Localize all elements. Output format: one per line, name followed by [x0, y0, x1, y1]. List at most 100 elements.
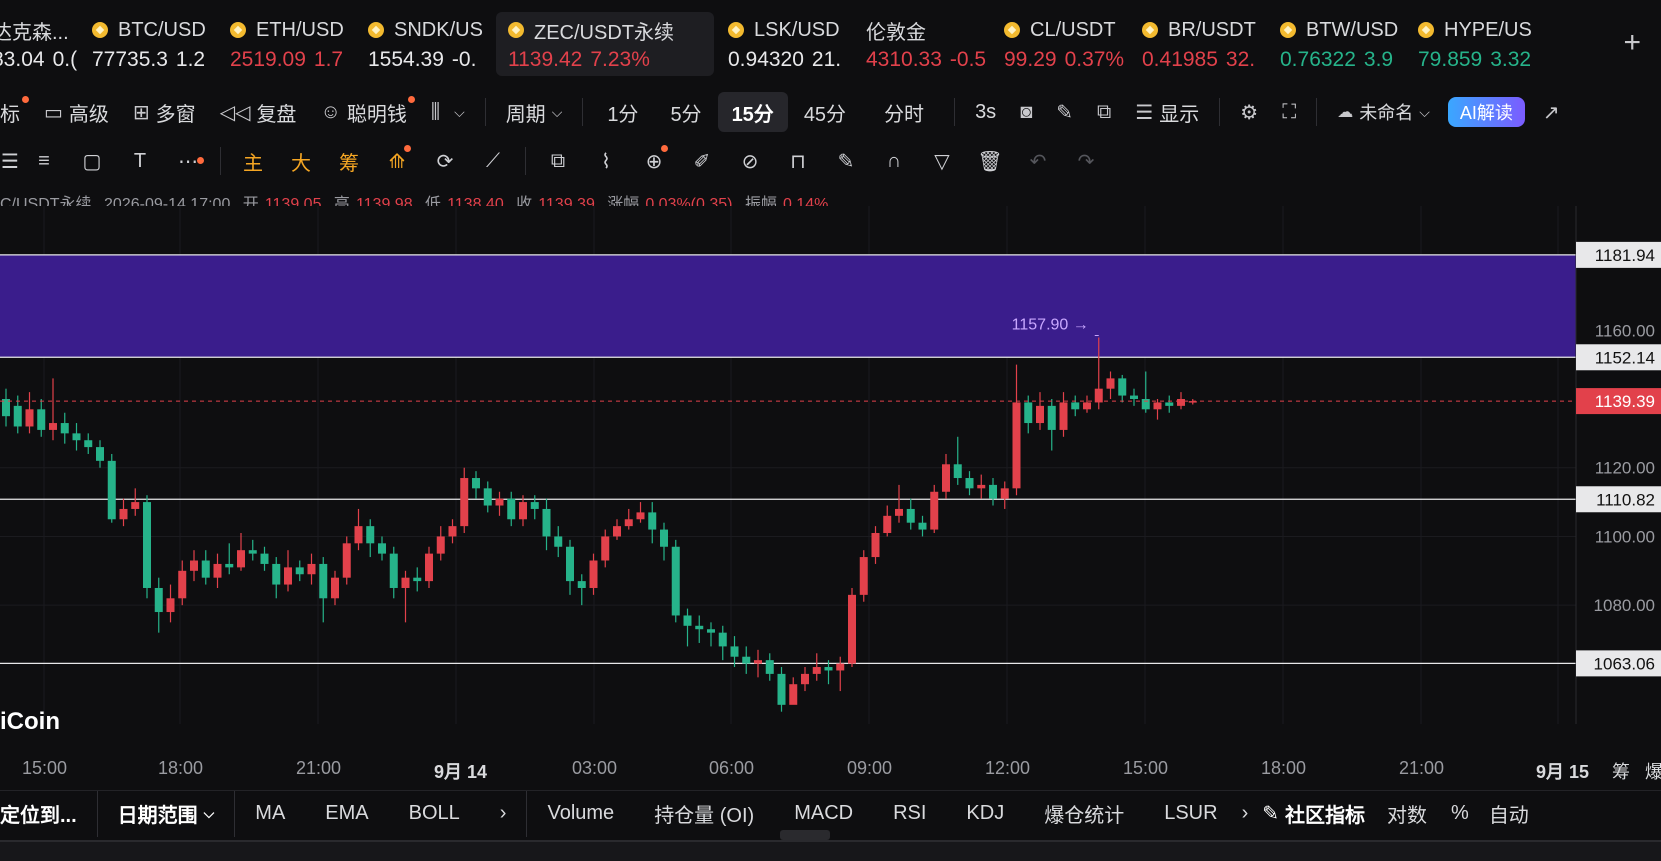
community-indicators-button[interactable]: ✎ 社区指标	[1252, 799, 1375, 828]
ai-interpret-button[interactable]: AI解读	[1447, 97, 1525, 127]
candle[interactable]	[354, 526, 363, 544]
candle[interactable]	[25, 409, 34, 427]
ticker-8[interactable]: BR/USDT 0.41985 32.	[1132, 0, 1266, 86]
replay-button[interactable]: ◁◁ 复盘	[208, 92, 309, 132]
candle[interactable]	[331, 577, 339, 599]
ticker-5[interactable]: LSK/USD 0.94320 21.	[718, 0, 852, 86]
candle[interactable]	[201, 560, 210, 578]
candle[interactable]	[495, 498, 504, 506]
candle[interactable]	[754, 660, 762, 664]
ticker-4[interactable]: ZEC/USDT永续 1139.42 7.23%	[496, 12, 714, 76]
ticker-6[interactable]: 伦敦金 4310.33 -0.5	[856, 0, 990, 86]
candle[interactable]	[1106, 378, 1115, 389]
candle[interactable]	[624, 519, 633, 527]
ticker-7[interactable]: CL/USDT 99.29 0.37%	[994, 0, 1128, 86]
auto-scale-toggle[interactable]: 自动	[1481, 799, 1537, 828]
display-button[interactable]: ☰ 显示	[1123, 92, 1211, 132]
smart-money-button[interactable]: ☺ 聪明钱	[308, 92, 418, 132]
candle[interactable]	[107, 460, 116, 520]
candle[interactable]	[483, 488, 492, 506]
candle[interactable]	[1153, 402, 1162, 410]
candle[interactable]	[577, 581, 586, 588]
candle[interactable]	[1059, 402, 1068, 430]
candle[interactable]	[671, 546, 680, 616]
candle[interactable]	[213, 563, 222, 578]
interval-5m[interactable]: 5分	[654, 92, 717, 132]
candle[interactable]	[801, 673, 809, 685]
kdj-button[interactable]: KDJ	[946, 802, 1024, 825]
interval-15m[interactable]: 15分	[717, 92, 788, 132]
candle[interactable]	[413, 577, 422, 582]
candle[interactable]	[895, 508, 903, 516]
candle[interactable]	[589, 560, 598, 588]
main-chart-toggle[interactable]: 主	[229, 141, 277, 181]
candle[interactable]	[812, 667, 821, 674]
candle[interactable]	[636, 512, 645, 520]
redo-icon[interactable]: ↷	[1062, 141, 1110, 181]
candle[interactable]	[13, 405, 22, 427]
candle[interactable]	[49, 423, 57, 430]
candle[interactable]	[836, 663, 845, 671]
boll-button[interactable]: BOLL	[389, 802, 480, 825]
lock-icon[interactable]: ⊓	[774, 141, 822, 181]
chevron-right-icon[interactable]: ›	[480, 802, 527, 825]
candle[interactable]	[460, 478, 469, 527]
refresh-rate[interactable]: 3s	[963, 92, 1008, 132]
eye-off-icon[interactable]: ⊘	[726, 141, 774, 181]
candle[interactable]	[1024, 402, 1033, 424]
candle[interactable]	[1083, 402, 1091, 410]
chip-toggle[interactable]: 筹	[325, 141, 373, 181]
candle[interactable]	[613, 526, 621, 537]
candle[interactable]	[695, 625, 704, 630]
rsi-button[interactable]: RSI	[873, 802, 946, 825]
liquidation-button[interactable]: 爆仓统计	[1024, 799, 1144, 828]
candle[interactable]	[601, 536, 610, 561]
fullscreen-icon[interactable]: ⛶	[1270, 92, 1308, 132]
candle[interactable]	[119, 508, 128, 520]
candlestick-chart[interactable]: 1157.90 → 1160.00 1120.00 1100.00 1080.00 118…	[0, 206, 1661, 754]
candle[interactable]	[166, 598, 175, 613]
candle[interactable]	[425, 553, 433, 582]
candle[interactable]	[848, 594, 856, 664]
share-icon[interactable]: ↗	[1531, 92, 1572, 132]
candle[interactable]	[472, 478, 480, 489]
candle[interactable]	[143, 502, 151, 588]
candle[interactable]	[730, 646, 739, 657]
ruler-icon[interactable]: ⌇	[582, 141, 630, 181]
candle[interactable]	[319, 563, 328, 599]
candle[interactable]	[1071, 402, 1080, 410]
camera-icon[interactable]: ◙	[1008, 92, 1044, 132]
candle[interactable]	[436, 536, 445, 554]
log-scale-toggle[interactable]: 对数	[1375, 799, 1439, 828]
eraser-icon[interactable]: ✐	[678, 141, 726, 181]
macd-button[interactable]: MACD	[774, 802, 873, 825]
candle[interactable]	[683, 615, 692, 626]
interval-45m[interactable]: 45分	[788, 92, 862, 132]
candle[interactable]	[154, 587, 163, 613]
panel-drag-handle[interactable]	[780, 830, 830, 840]
candle[interactable]	[1118, 378, 1127, 396]
percent-toggle[interactable]: %	[1439, 802, 1481, 825]
candle[interactable]	[272, 563, 281, 585]
candle[interactable]	[859, 557, 868, 595]
ticker-1[interactable]: BTC/USD 77735.3 1.2	[82, 0, 216, 86]
candle[interactable]	[989, 484, 997, 499]
new-window-icon[interactable]: ⧉	[1085, 92, 1123, 132]
candle[interactable]	[824, 667, 833, 671]
ticker-10[interactable]: HYPE/US 79.859 3.32	[1408, 0, 1558, 86]
candle[interactable]	[1165, 402, 1174, 406]
candle[interactable]	[96, 447, 104, 461]
candle[interactable]	[660, 529, 668, 547]
ema-button[interactable]: EMA	[305, 802, 388, 825]
candle[interactable]	[1036, 405, 1044, 424]
ticker-0[interactable]: 达克森... 83.04 0.(	[0, 0, 78, 86]
time-axis[interactable]: 筹 爆 15:00 18:00 21:00 9月 14 03:00 06:00 09:00 1…	[0, 758, 1661, 786]
candle[interactable]	[965, 478, 974, 489]
chip-side-label[interactable]: 筹	[1612, 758, 1630, 784]
candle[interactable]	[366, 526, 375, 544]
refresh-icon[interactable]: ⟳	[421, 141, 469, 181]
locate-button[interactable]: 定位到...	[0, 799, 97, 828]
date-range-dropdown[interactable]: 日期范围 ⌵	[98, 799, 235, 828]
magnet-icon[interactable]: ∩	[870, 141, 918, 181]
candle[interactable]	[1012, 402, 1021, 489]
